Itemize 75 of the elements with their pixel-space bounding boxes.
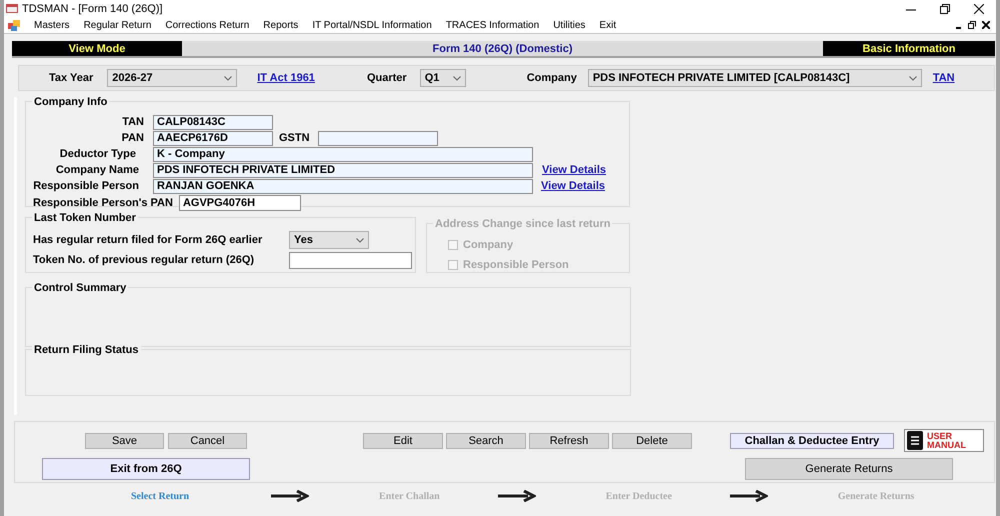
menu-item[interactable]: Exit	[599, 20, 616, 30]
quarter-label: Quarter	[366, 72, 407, 84]
tan-link[interactable]: TAN	[932, 72, 955, 84]
field-label: Deductor Type	[58, 148, 136, 160]
close-icon[interactable]	[974, 4, 984, 14]
menu-item[interactable]: TRACES Information	[446, 20, 540, 30]
company-label: Company	[526, 72, 577, 84]
field-label: Responsible Person	[32, 180, 139, 192]
quarter-dropdown[interactable]: Q1	[420, 69, 466, 87]
responsible-pan-field[interactable]: AGVPG4076H	[178, 195, 301, 211]
pan-field[interactable]: AAECP6176D	[153, 130, 273, 146]
restore-icon[interactable]	[968, 21, 976, 29]
step-label: Enter Challan	[379, 490, 440, 502]
action-button[interactable]: Delete	[612, 432, 692, 448]
generate-returns-button[interactable]: Generate Returns	[745, 458, 953, 480]
chevron-down-icon	[356, 238, 364, 242]
group-title: Last Token Number	[32, 212, 138, 224]
field-label: TAN	[121, 116, 144, 128]
chevron-down-icon	[224, 76, 232, 80]
step-label: Generate Returns	[838, 490, 914, 502]
menu-item[interactable]: Utilities	[553, 20, 586, 30]
arrow-icon	[498, 490, 536, 502]
group-title: Control Summary	[32, 282, 128, 294]
section-label: Basic Information	[823, 41, 995, 56]
tax-year-dropdown[interactable]: 2026-27	[107, 69, 238, 87]
menu-item[interactable]: Regular Return	[84, 20, 152, 30]
view-mode-label: View Mode	[12, 41, 182, 56]
window-title: TDSMAN - [Form 140 (26Q)]	[22, 2, 164, 14]
token-field[interactable]	[289, 252, 412, 268]
field-label: Company Name	[54, 164, 139, 176]
tan-field[interactable]: CALP08143C	[153, 114, 273, 130]
challan-entry-button[interactable]: Challan & Deductee Entry	[730, 432, 894, 448]
action-button[interactable]: Save	[85, 432, 164, 448]
menu-app-icon[interactable]	[8, 20, 20, 30]
field-label: GSTN	[279, 132, 310, 144]
action-button[interactable]: Refresh	[529, 432, 609, 448]
menu-item[interactable]: Reports	[263, 20, 298, 30]
step-label: Enter Deductee	[606, 490, 672, 502]
user-manual-button[interactable]: USER MANUAL	[904, 429, 984, 452]
checkbox-label: Responsible Person	[463, 259, 569, 271]
form-title: Form 140 (26Q) (Domestic)	[182, 41, 823, 56]
close-icon[interactable]	[982, 21, 990, 29]
step-label: Select Return	[131, 490, 190, 502]
menu-item[interactable]: IT Portal/NSDL Information	[312, 20, 432, 30]
checkbox-label: Company	[463, 239, 514, 251]
arrow-icon	[271, 490, 310, 502]
company-dropdown[interactable]: PDS INFOTECH PRIVATE LIMITED [CALP08143C]	[588, 69, 922, 87]
field-label: Has regular return filed for Form 26Q earlier	[33, 234, 264, 246]
gstn-field[interactable]	[318, 130, 438, 146]
deductor-type-field[interactable]: K - Company	[153, 146, 533, 162]
view-details-link[interactable]: View Details	[541, 180, 605, 192]
app-icon	[6, 3, 18, 14]
menu-item[interactable]: Masters	[34, 20, 70, 30]
exit-button[interactable]: Exit from 26Q	[42, 458, 250, 480]
field-label: Token No. of previous regular return (26Q)	[33, 254, 256, 266]
action-button[interactable]: Cancel	[168, 432, 247, 448]
menu-item[interactable]: Corrections Return	[165, 20, 250, 30]
it-act-link[interactable]: IT Act 1961	[257, 72, 315, 84]
responsible-person-field[interactable]: RANJAN GOENKA	[153, 178, 533, 194]
action-button[interactable]: Edit	[363, 432, 443, 448]
chevron-down-icon	[908, 76, 917, 80]
company-name-field[interactable]: PDS INFOTECH PRIVATE LIMITED	[153, 162, 533, 178]
field-label: Responsible Person's PAN	[33, 197, 173, 209]
restore-icon[interactable]	[940, 4, 950, 14]
filed-dropdown[interactable]: Yes	[289, 231, 369, 249]
field-label: PAN	[120, 132, 144, 144]
group-title: Company Info	[32, 96, 110, 108]
tax-year-label: Tax Year	[49, 72, 94, 84]
group-title: Return Filing Status	[32, 344, 140, 356]
action-button[interactable]: Search	[446, 432, 526, 448]
arrow-icon	[730, 490, 768, 502]
book-icon	[907, 431, 923, 450]
chevron-down-icon	[452, 76, 461, 80]
view-details-link[interactable]: View Details	[542, 164, 606, 176]
group-title: Address Change since last return	[433, 218, 612, 230]
